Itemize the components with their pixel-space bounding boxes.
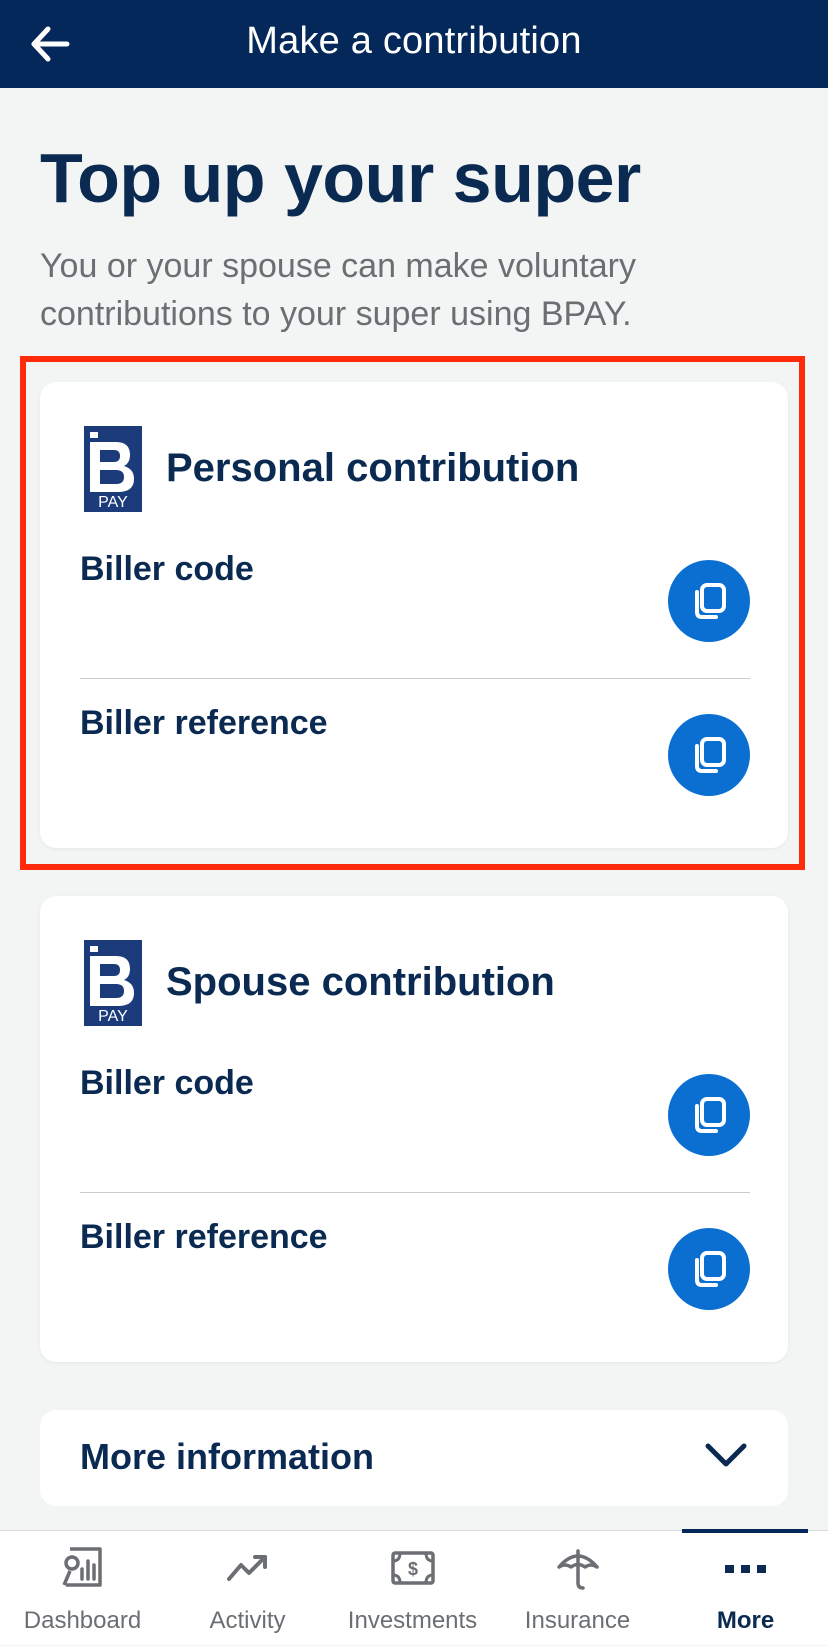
svg-text:$: $ — [407, 1559, 417, 1579]
app-header: Make a contribution — [0, 0, 828, 88]
biller-reference-label: Biller reference — [80, 1218, 328, 1256]
umbrella-icon — [556, 1549, 599, 1590]
bpay-logo-icon: PAY — [84, 940, 142, 1026]
copy-biller-code-button[interactable] — [668, 1074, 750, 1156]
tab-label: More — [716, 1607, 775, 1634]
divider — [80, 678, 750, 679]
bpay-logo-text: PAY — [98, 1008, 128, 1025]
biller-reference-label: Biller reference — [80, 704, 328, 742]
copy-icon — [695, 1097, 726, 1133]
tab-label: Activity — [209, 1607, 286, 1634]
more-information-accordion[interactable]: More information — [40, 1410, 788, 1506]
tab-label: Investments — [347, 1607, 478, 1634]
tab-insurance[interactable]: Insurance — [495, 1531, 660, 1646]
tab-investments[interactable]: $ Investments — [330, 1531, 495, 1646]
spouse-contribution-card: PAY Spouse contribution Biller code Bill… — [40, 896, 788, 1362]
page-description: You or your spouse can make voluntary co… — [40, 247, 636, 333]
bottom-tab-bar: Dashboard Activity $ Investments Insuran… — [0, 1529, 828, 1646]
biller-code-label: Biller code — [80, 550, 254, 588]
chevron-down-icon — [705, 1443, 747, 1467]
copy-biller-code-button[interactable] — [668, 560, 750, 642]
tab-more[interactable]: More — [663, 1531, 828, 1646]
bpay-logo-text: PAY — [98, 494, 128, 511]
copy-biller-reference-button[interactable] — [668, 1228, 750, 1310]
header-title: Make a contribution — [246, 20, 582, 62]
divider — [80, 1192, 750, 1193]
copy-icon — [695, 737, 726, 773]
copy-biller-reference-button[interactable] — [668, 714, 750, 796]
dashboard-chart-icon — [61, 1547, 102, 1587]
copy-icon — [695, 583, 726, 619]
tab-label: Dashboard — [23, 1607, 142, 1634]
card-title: Personal contribution — [166, 446, 580, 490]
tab-label: Insurance — [524, 1607, 631, 1634]
biller-code-label: Biller code — [80, 1064, 254, 1102]
trend-arrow-icon — [226, 1555, 267, 1581]
bpay-logo-icon: PAY — [84, 426, 142, 512]
more-information-label: More information — [80, 1436, 374, 1477]
card-title: Spouse contribution — [166, 960, 555, 1004]
more-dots-icon — [724, 1565, 766, 1573]
dollar-note-icon: $ — [390, 1551, 435, 1585]
tab-dashboard[interactable]: Dashboard — [0, 1531, 165, 1646]
personal-contribution-card: PAY Personal contribution Biller code Bi… — [40, 382, 788, 848]
copy-icon — [695, 1251, 726, 1287]
tab-activity[interactable]: Activity — [165, 1531, 330, 1646]
page-title: Top up your super — [40, 139, 641, 217]
